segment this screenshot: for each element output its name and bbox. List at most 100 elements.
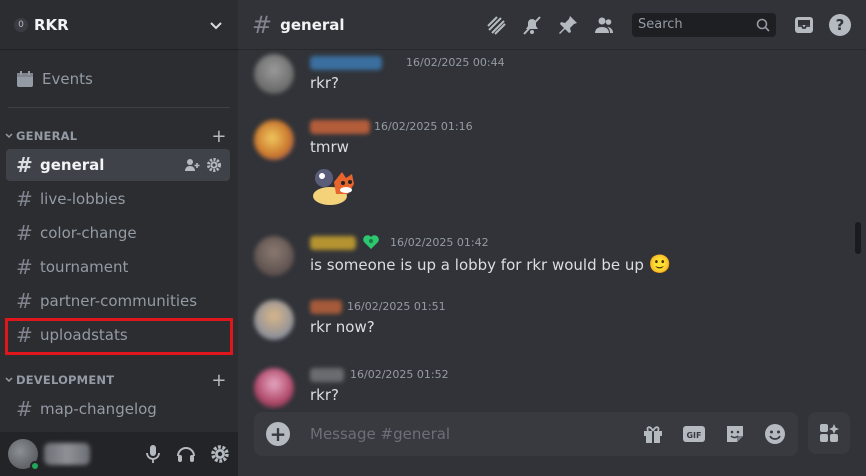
- channel-label: partner-communities: [40, 292, 198, 310]
- category-label: GENERAL: [16, 129, 78, 143]
- scrollbar-thumb[interactable]: [855, 222, 861, 254]
- avatar[interactable]: [254, 54, 294, 94]
- apps-icon: [820, 424, 839, 442]
- gif-icon[interactable]: GIF: [682, 424, 706, 444]
- threads-icon[interactable]: [484, 13, 508, 37]
- category-label: DEVELOPMENT: [16, 373, 115, 387]
- message-list: 16/02/2025 00:44 rkr? 16/02/2025 01:16 t…: [238, 50, 866, 410]
- channel-sidebar: 0 RKR Events GENERAL + # general # live-…: [0, 0, 238, 476]
- sticker-icon[interactable]: [724, 423, 746, 445]
- username-blurred[interactable]: [310, 236, 356, 250]
- hash-icon: #: [16, 153, 33, 177]
- microphone-icon[interactable]: [144, 444, 162, 464]
- discord-window: 0 RKR Events GENERAL + # general # live-…: [0, 0, 866, 476]
- search-input[interactable]: Search: [632, 12, 776, 37]
- avatar[interactable]: [8, 439, 40, 471]
- pin-icon[interactable]: [556, 13, 580, 37]
- emoji-icon[interactable]: [764, 423, 786, 445]
- chevron-down-icon: [5, 377, 13, 383]
- user-panel: [0, 432, 238, 476]
- channel-tournament[interactable]: # tournament: [6, 251, 230, 283]
- highlight-box: [5, 318, 233, 355]
- avatar[interactable]: [254, 300, 294, 340]
- channel-live-lobbies[interactable]: # live-lobbies: [6, 183, 230, 215]
- message-text: rkr?: [310, 386, 339, 404]
- username-blurred[interactable]: [310, 56, 382, 70]
- invite-icon[interactable]: [184, 157, 200, 173]
- username-blurred[interactable]: [310, 120, 370, 134]
- emoji: 🙂: [648, 254, 672, 275]
- channel-label: tournament: [40, 258, 129, 276]
- username-blurred[interactable]: [44, 443, 90, 465]
- help-icon[interactable]: ?: [828, 13, 852, 37]
- gift-icon[interactable]: [642, 423, 664, 445]
- message-composer: + GIF: [254, 412, 798, 456]
- mute-bell-icon[interactable]: [520, 13, 544, 37]
- message-body: is someone is up a lobby for rkr would b…: [310, 256, 644, 274]
- events-item[interactable]: Events: [8, 64, 230, 94]
- hash-icon: #: [16, 289, 33, 313]
- app-launcher-button[interactable]: [808, 412, 850, 454]
- search-placeholder: Search: [638, 17, 683, 32]
- channel-label: general: [40, 156, 105, 174]
- channel-label: color-change: [40, 224, 137, 242]
- message: 16/02/2025 01:52 rkr?: [254, 368, 854, 410]
- hash-icon: #: [16, 397, 33, 421]
- calendar-icon: [17, 71, 33, 87]
- timestamp: 16/02/2025 01:42: [390, 236, 489, 249]
- sidebar-divider: [8, 107, 230, 108]
- category-general[interactable]: GENERAL +: [0, 126, 238, 147]
- avatar[interactable]: [254, 236, 294, 276]
- add-channel-icon[interactable]: +: [208, 370, 230, 391]
- message-text: rkr now?: [310, 318, 375, 336]
- message: 16/02/2025 01:16 tmrw: [254, 120, 854, 210]
- add-channel-icon[interactable]: +: [208, 126, 230, 147]
- timestamp: 16/02/2025 01:16: [374, 120, 473, 133]
- server-badge: 0: [14, 17, 28, 32]
- category-development[interactable]: DEVELOPMENT +: [0, 370, 238, 391]
- hash-icon: #: [16, 255, 33, 279]
- chevron-down-icon: [5, 133, 13, 139]
- avatar[interactable]: [254, 368, 294, 408]
- message: 16/02/2025 01:51 rkr now?: [254, 300, 854, 344]
- server-header[interactable]: 0 RKR: [0, 0, 238, 50]
- hash-icon: #: [16, 221, 33, 245]
- channel-header: # general Search ?: [238, 0, 866, 50]
- channel-label: map-changelog: [40, 400, 157, 418]
- timestamp: 16/02/2025 00:44: [406, 56, 505, 69]
- chevron-down-icon[interactable]: [208, 17, 224, 33]
- channel-map-changelog[interactable]: # map-changelog: [6, 393, 230, 425]
- message-text: is someone is up a lobby for rkr would b…: [310, 254, 671, 275]
- events-label: Events: [42, 70, 93, 88]
- sticker-image[interactable]: [310, 164, 360, 206]
- svg-text:GIF: GIF: [686, 431, 701, 440]
- search-icon: [756, 18, 770, 32]
- svg-text:?: ?: [836, 16, 845, 34]
- channel-title: general: [280, 15, 345, 34]
- message: 16/02/2025 00:44 rkr?: [254, 54, 854, 100]
- channel-color-change[interactable]: # color-change: [6, 217, 230, 249]
- message-input[interactable]: [308, 424, 642, 444]
- message: 16/02/2025 01:42 is someone is up a lobb…: [254, 235, 854, 280]
- gear-icon[interactable]: [210, 444, 230, 464]
- message-text: rkr?: [310, 74, 339, 92]
- hash-icon: #: [16, 187, 33, 211]
- members-icon[interactable]: [592, 13, 616, 37]
- timestamp: 16/02/2025 01:51: [347, 300, 446, 313]
- status-indicator: [30, 461, 40, 471]
- channel-general[interactable]: # general: [6, 149, 230, 181]
- server-name: RKR: [34, 15, 69, 34]
- gear-icon[interactable]: [206, 157, 222, 173]
- message-text: tmrw: [310, 138, 349, 156]
- avatar[interactable]: [254, 120, 294, 160]
- headphones-icon[interactable]: [176, 444, 196, 464]
- username-blurred[interactable]: [310, 368, 344, 382]
- hash-icon: #: [252, 10, 273, 39]
- channel-label: live-lobbies: [40, 190, 126, 208]
- username-blurred[interactable]: [310, 300, 342, 314]
- timestamp: 16/02/2025 01:52: [350, 368, 449, 381]
- channel-partner-communities[interactable]: # partner-communities: [6, 285, 230, 317]
- add-attachment-button[interactable]: +: [266, 422, 290, 446]
- inbox-icon[interactable]: [792, 13, 816, 37]
- role-badge-icon: [363, 235, 379, 249]
